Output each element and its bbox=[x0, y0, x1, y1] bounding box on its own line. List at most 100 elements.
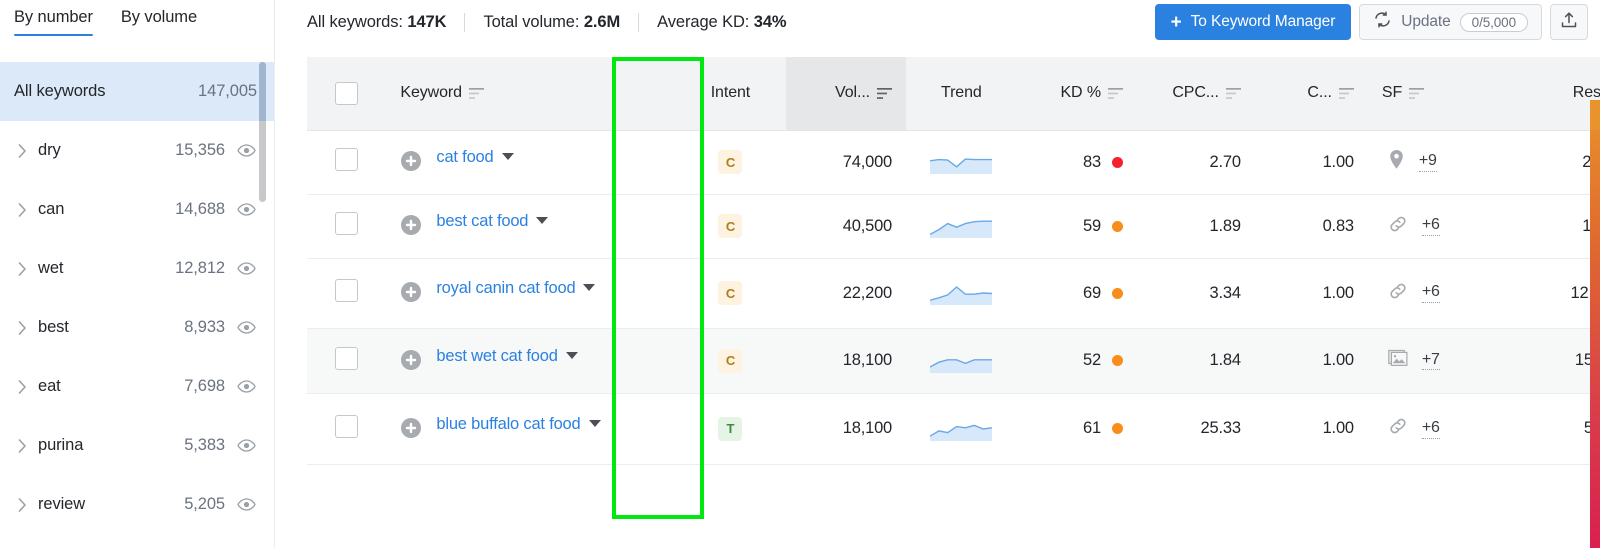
chevron-right-icon bbox=[14, 321, 30, 335]
add-keyword-icon[interactable] bbox=[400, 349, 422, 376]
column-header-kd[interactable]: KD % bbox=[1017, 57, 1137, 130]
table-body: cat foodC74,000832.701.00+92.1BThis we..… bbox=[307, 130, 1600, 465]
column-header-intent[interactable]: Intent bbox=[675, 57, 786, 130]
eye-icon[interactable] bbox=[235, 439, 257, 452]
keyword-link[interactable]: blue buffalo cat food bbox=[436, 414, 600, 436]
sidebar-item-all-keywords[interactable]: All keywords 147,005 bbox=[0, 62, 275, 121]
eye-icon[interactable] bbox=[235, 380, 257, 393]
row-checkbox[interactable] bbox=[335, 347, 358, 370]
intent-cell[interactable]: C bbox=[675, 258, 786, 328]
sidebar-item-review[interactable]: review 5,205 bbox=[0, 475, 275, 534]
keyword-link[interactable]: royal canin cat food bbox=[436, 278, 595, 300]
keyword-link[interactable]: best cat food bbox=[436, 211, 548, 233]
column-header-select-all bbox=[307, 57, 386, 130]
keyword-link[interactable]: best wet cat food bbox=[436, 346, 577, 368]
intent-cell[interactable]: T bbox=[675, 393, 786, 465]
results-cell: 58M bbox=[1503, 393, 1600, 465]
chevron-down-icon[interactable] bbox=[566, 352, 578, 359]
update-button[interactable]: Update 0/5,000 bbox=[1359, 4, 1542, 40]
intent-cell[interactable]: C bbox=[675, 130, 786, 194]
export-button[interactable] bbox=[1550, 4, 1588, 40]
table-row[interactable]: blue buffalo cat foodT18,1006125.331.00+… bbox=[307, 393, 1600, 465]
sf-cell: +6 bbox=[1368, 194, 1503, 258]
eye-icon[interactable] bbox=[235, 203, 257, 216]
table-row[interactable]: cat foodC74,000832.701.00+92.1BThis we..… bbox=[307, 130, 1600, 194]
keywords-main-panel: All keywords: 147K Total volume: 2.6M Av… bbox=[275, 0, 1600, 548]
sort-icon[interactable] bbox=[877, 87, 892, 100]
sort-icon[interactable] bbox=[1409, 87, 1424, 100]
sort-icon[interactable] bbox=[469, 87, 484, 100]
sidebar-item-label: wet bbox=[38, 259, 63, 278]
sf-more-link[interactable]: +6 bbox=[1422, 419, 1440, 438]
column-header-trend[interactable]: Trend bbox=[906, 57, 1017, 130]
sidebar-item-dry[interactable]: dry 15,356 bbox=[0, 121, 275, 180]
image-icon[interactable] bbox=[1388, 349, 1408, 372]
sf-more-link[interactable]: +6 bbox=[1422, 283, 1440, 302]
sf-more-link[interactable]: +7 bbox=[1422, 351, 1440, 370]
table-row[interactable]: royal canin cat foodC22,200693.341.00+61… bbox=[307, 258, 1600, 328]
kd-cell: 83 bbox=[1017, 130, 1137, 194]
sidebar-item-can[interactable]: can 14,688 bbox=[0, 180, 275, 239]
column-header-keyword-label: Keyword bbox=[400, 84, 462, 102]
column-header-cpc[interactable]: CPC... bbox=[1137, 57, 1255, 130]
chevron-down-icon[interactable] bbox=[583, 284, 595, 291]
row-checkbox[interactable] bbox=[335, 279, 358, 302]
table-row[interactable]: best cat foodC40,500591.890.83+61.8BThis… bbox=[307, 194, 1600, 258]
add-keyword-icon[interactable] bbox=[400, 417, 422, 444]
intent-cell[interactable]: C bbox=[675, 328, 786, 393]
eye-icon[interactable] bbox=[235, 262, 257, 275]
intent-cell[interactable]: C bbox=[675, 194, 786, 258]
kd-cell: 69 bbox=[1017, 258, 1137, 328]
sidebar-item-eat[interactable]: eat 7,698 bbox=[0, 357, 275, 416]
sidebar-item-purina[interactable]: purina 5,383 bbox=[0, 416, 275, 475]
trend-sparkline bbox=[920, 150, 1003, 174]
sf-more-link[interactable]: +9 bbox=[1419, 152, 1437, 171]
sidebar-scrollbar-thumb-highlight bbox=[259, 62, 266, 121]
to-keyword-manager-button[interactable]: + To Keyword Manager bbox=[1155, 4, 1352, 40]
row-checkbox[interactable] bbox=[335, 212, 358, 235]
trend-cell bbox=[906, 393, 1017, 465]
cpc-cell: 1.84 bbox=[1137, 328, 1255, 393]
link-icon[interactable] bbox=[1388, 214, 1408, 239]
add-keyword-icon[interactable] bbox=[400, 281, 422, 308]
table-row[interactable]: best wet cat foodC18,100521.841.00+7156M… bbox=[307, 328, 1600, 393]
column-header-sf[interactable]: SF bbox=[1368, 57, 1503, 130]
sf-more-link[interactable]: +6 bbox=[1422, 216, 1440, 235]
column-header-keyword[interactable]: Keyword bbox=[386, 57, 675, 130]
link-icon[interactable] bbox=[1388, 416, 1408, 441]
chevron-right-icon bbox=[14, 203, 30, 217]
add-keyword-icon[interactable] bbox=[400, 150, 422, 177]
chevron-down-icon[interactable] bbox=[536, 217, 548, 224]
column-header-results[interactable]: Results bbox=[1503, 57, 1600, 130]
sf-cell: +6 bbox=[1368, 258, 1503, 328]
sidebar-item-best[interactable]: best 8,933 bbox=[0, 298, 275, 357]
row-select-cell bbox=[307, 130, 386, 194]
tab-by-number[interactable]: By number bbox=[14, 0, 93, 36]
select-all-checkbox[interactable] bbox=[335, 82, 358, 105]
trend-cell bbox=[906, 328, 1017, 393]
kd-value: 59 bbox=[1083, 217, 1101, 236]
eye-icon[interactable] bbox=[235, 144, 257, 157]
chevron-down-icon[interactable] bbox=[589, 420, 601, 427]
tab-by-volume[interactable]: By volume bbox=[121, 0, 197, 36]
column-header-trend-label: Trend bbox=[941, 84, 982, 102]
eye-icon[interactable] bbox=[235, 498, 257, 511]
column-header-competition[interactable]: C... bbox=[1255, 57, 1368, 130]
sort-icon[interactable] bbox=[1226, 87, 1241, 100]
competition-cell: 1.00 bbox=[1255, 328, 1368, 393]
sidebar-scrollbar[interactable] bbox=[259, 62, 266, 542]
sidebar-item-label: All keywords bbox=[14, 82, 105, 101]
row-checkbox[interactable] bbox=[335, 148, 358, 171]
keyword-link[interactable]: cat food bbox=[436, 147, 513, 169]
sort-icon[interactable] bbox=[1108, 87, 1123, 100]
sidebar-item-wet[interactable]: wet 12,812 bbox=[0, 239, 275, 298]
add-keyword-icon[interactable] bbox=[400, 214, 422, 241]
sf-cell: +9 bbox=[1368, 130, 1503, 194]
chevron-down-icon[interactable] bbox=[502, 153, 514, 160]
column-header-volume[interactable]: Vol... bbox=[786, 57, 906, 130]
eye-icon[interactable] bbox=[235, 321, 257, 334]
row-checkbox[interactable] bbox=[335, 415, 358, 438]
map-pin-icon[interactable] bbox=[1388, 149, 1405, 175]
link-icon[interactable] bbox=[1388, 281, 1408, 306]
sort-icon[interactable] bbox=[1339, 87, 1354, 100]
